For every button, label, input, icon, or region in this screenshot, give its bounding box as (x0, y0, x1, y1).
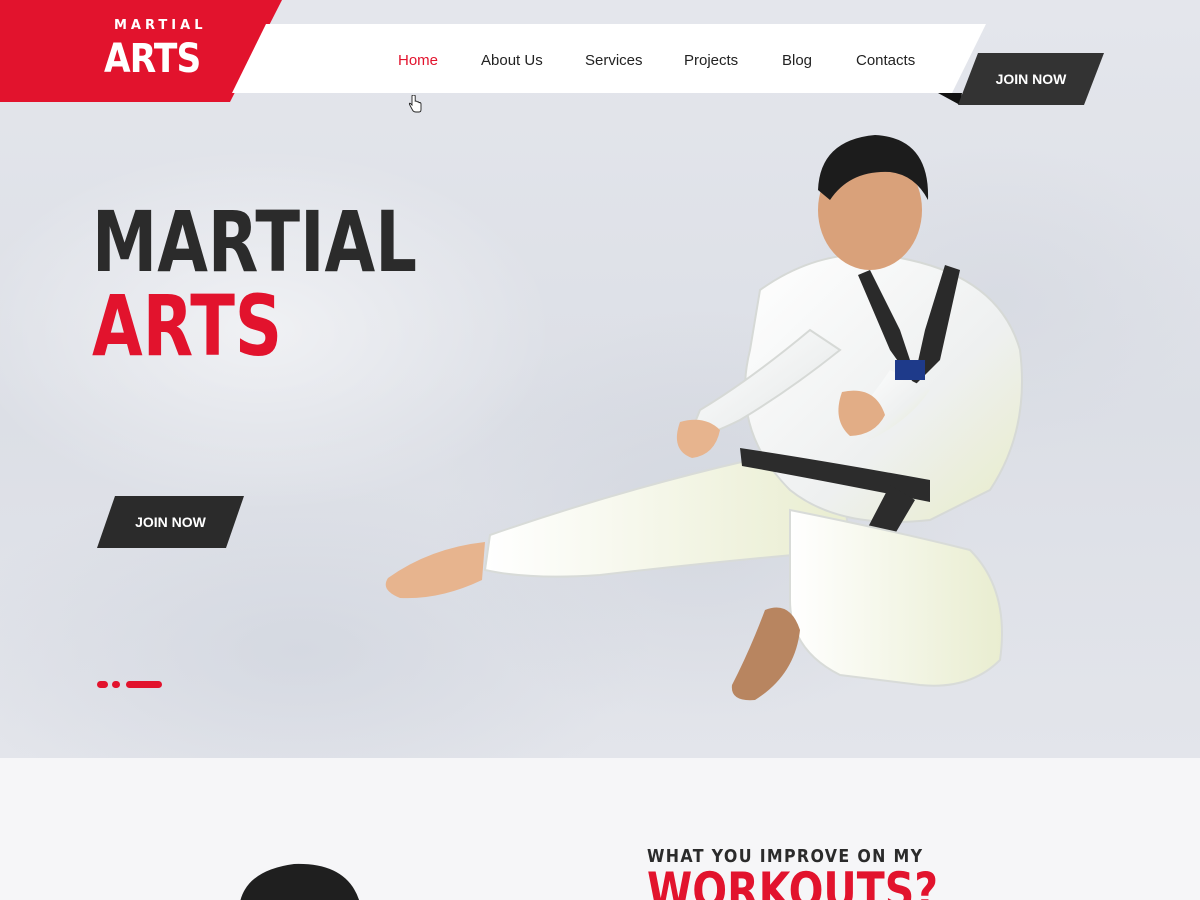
nav-item-home[interactable]: Home (398, 52, 438, 69)
slider-dot-2[interactable] (112, 681, 120, 688)
nav-item-projects[interactable]: Projects (684, 52, 738, 69)
slider-dot-1[interactable] (97, 681, 108, 688)
improve-section (0, 758, 1200, 900)
hero-join-now-button[interactable]: JOIN NOW (97, 496, 244, 548)
nav-item-blog[interactable]: Blog (782, 52, 812, 69)
nav-item-services[interactable]: Services (585, 52, 643, 69)
martial-artist-image (385, 135, 1023, 701)
nav-item-about-us[interactable]: About Us (481, 52, 543, 69)
logo-top-text: MARTIAL (114, 18, 207, 33)
hero-title-line2: ARTS (92, 277, 283, 375)
slider-dot-3-active[interactable] (126, 681, 162, 688)
section-heading: WORKOUTS? (647, 862, 939, 900)
trainer-portrait-image (240, 863, 359, 900)
logo-main-text: ARTS (104, 36, 201, 82)
hand-cursor-icon (408, 95, 422, 113)
header-join-now-button[interactable]: JOIN NOW (958, 53, 1104, 105)
nav-item-contacts[interactable]: Contacts (856, 52, 915, 69)
hero-title-line1: MARTIAL (92, 193, 417, 291)
